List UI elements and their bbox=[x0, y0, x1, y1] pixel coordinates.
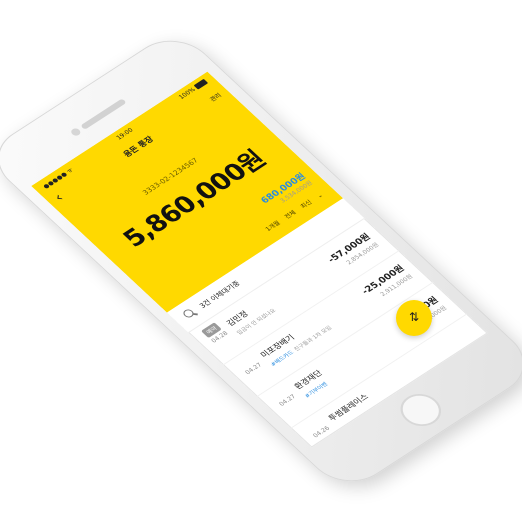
front-camera bbox=[69, 127, 83, 138]
search-icon[interactable] bbox=[181, 307, 196, 320]
home-button[interactable] bbox=[392, 387, 450, 433]
earpiece-speaker bbox=[80, 98, 127, 130]
transfer-fab-button[interactable]: ⇅ bbox=[396, 300, 432, 336]
transaction-date: 04.27 bbox=[277, 393, 298, 408]
transaction-date: 04.26 bbox=[311, 424, 332, 440]
swap-arrows-icon: ⇅ bbox=[408, 310, 420, 324]
phone-screen: ●●●●● ᯤ 19:00 100% ‹ 용돈 통장 관리 3333-02-12… bbox=[31, 71, 488, 448]
transaction-memo-text: 친구들과 1차 모임 bbox=[293, 325, 334, 353]
transaction-date: 04.27 bbox=[243, 361, 264, 376]
app-mockup-scene: ●●●●● ᯤ 19:00 100% ‹ 용돈 통장 관리 3333-02-12… bbox=[0, 0, 522, 522]
phone-frame: ●●●●● ᯤ 19:00 100% ‹ 용돈 통장 관리 3333-02-12… bbox=[0, 27, 522, 495]
